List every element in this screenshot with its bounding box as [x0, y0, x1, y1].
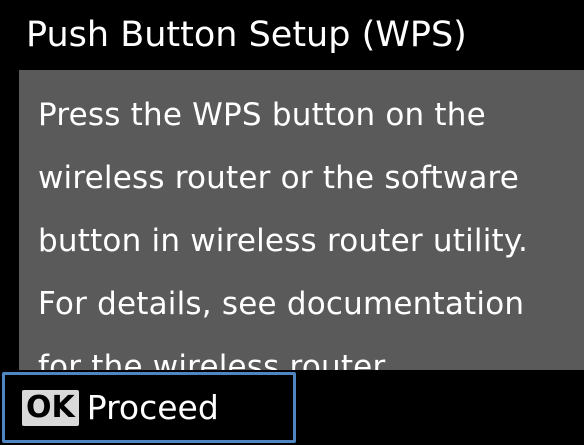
proceed-button[interactable]: OK Proceed [2, 372, 296, 443]
printer-lcd-screen: Push Button Setup (WPS) Press the WPS bu… [0, 0, 584, 445]
instruction-panel: Press the WPS button on the wireless rou… [19, 70, 584, 385]
action-bar: OK Proceed [0, 370, 584, 445]
screen-title: Push Button Setup (WPS) [0, 0, 584, 70]
instruction-line-1: Press the WPS button on the [38, 97, 486, 133]
instruction-line-4: For details, see documentation [38, 286, 525, 322]
instruction-line-2: wireless router or the software [38, 160, 520, 196]
proceed-label: Proceed [86, 387, 219, 427]
ok-key-badge: OK [22, 389, 79, 426]
instruction-line-3: button in wireless router utility. [38, 223, 529, 259]
